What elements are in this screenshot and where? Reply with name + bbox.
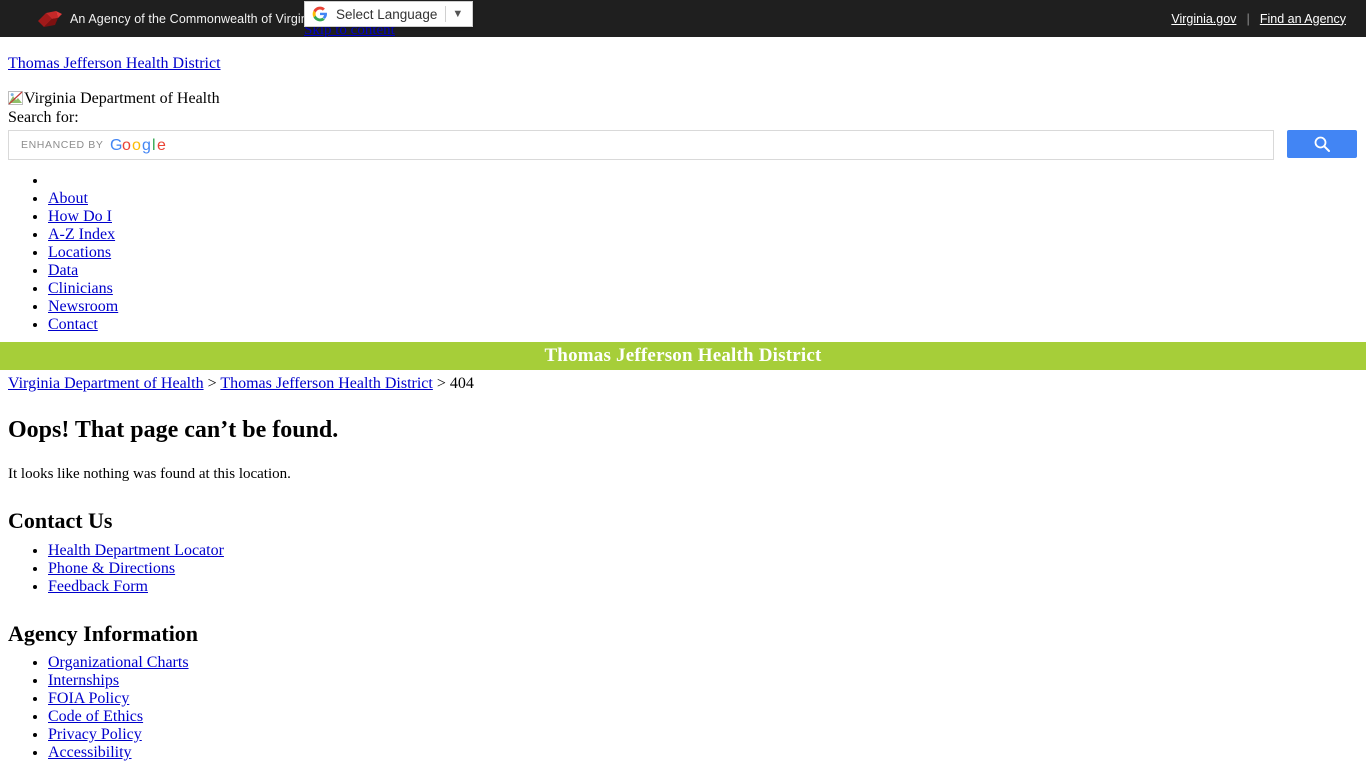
breadcrumb-item-tjhd[interactable]: Thomas Jefferson Health District [220, 375, 433, 392]
nav-item-a-z-index[interactable]: A-Z Index [48, 226, 1366, 244]
breadcrumb: Virginia Department of Health > Thomas J… [0, 370, 1366, 393]
nav-item-clinicians[interactable]: Clinicians [48, 280, 1366, 298]
breadcrumb-item-current: 404 [449, 374, 474, 392]
list-item[interactable]: Accessibility [48, 744, 1366, 762]
search-row: ENHANCED BY G o o g l e [0, 129, 1366, 166]
svg-text:e: e [157, 137, 166, 154]
gov-bar-right-links: Virginia.gov | Find an Agency [1171, 11, 1366, 26]
list-item[interactable]: Phone & Directions [48, 560, 1366, 578]
nav-item-locations[interactable]: Locations [48, 244, 1366, 262]
site-title-row: Thomas Jefferson Health District [0, 37, 1366, 73]
svg-text:G: G [110, 137, 122, 154]
nav-item-newsroom[interactable]: Newsroom [48, 298, 1366, 316]
virginia-seal-icon [36, 9, 64, 29]
search-submit-button[interactable] [1287, 129, 1357, 158]
breadcrumb-separator-2: > [432, 374, 450, 392]
search-icon [1287, 134, 1357, 154]
gov-bar-agency-text: An Agency of the Commonwealth of Virgini… [70, 11, 318, 26]
privacy-policy-link[interactable]: Privacy Policy [48, 726, 142, 743]
list-item[interactable]: Code of Ethics [48, 708, 1366, 726]
find-an-agency-link[interactable]: Find an Agency [1260, 12, 1346, 26]
phone-and-directions-link[interactable]: Phone & Directions [48, 560, 175, 577]
gov-bar-link-separator: | [1246, 11, 1250, 26]
list-item[interactable]: Feedback Form [48, 578, 1366, 596]
list-item[interactable]: Organizational Charts [48, 654, 1366, 672]
virginia-gov-link[interactable]: Virginia.gov [1171, 12, 1236, 26]
google-translate-widget[interactable]: Select Language ▼ [304, 1, 474, 27]
nav-link-about[interactable]: About [48, 190, 88, 207]
chevron-down-icon[interactable]: ▼ [450, 8, 470, 20]
nav-link-newsroom[interactable]: Newsroom [48, 298, 118, 315]
contact-us-heading: Contact Us [8, 508, 113, 534]
commonwealth-top-bar: An Agency of the Commonwealth of Virgini… [0, 0, 1366, 37]
list-item[interactable]: Internships [48, 672, 1366, 690]
nav-link-a-z-index[interactable]: A-Z Index [48, 226, 115, 243]
breadcrumb-item-vdh[interactable]: Virginia Department of Health [8, 375, 204, 392]
gov-bar-left-group: An Agency of the Commonwealth of Virgini… [0, 9, 1171, 29]
nav-item-home[interactable] [48, 172, 1366, 190]
document-body: Thomas Jefferson Health District Virgini… [0, 37, 1366, 762]
brand-logo-row: Virginia Department of Health [0, 73, 1366, 108]
nav-link-contact[interactable]: Contact [48, 316, 98, 333]
nav-link-data[interactable]: Data [48, 262, 78, 279]
svg-text:o: o [132, 137, 141, 154]
search-label: Search for: [8, 108, 79, 126]
page-title: Oops! That page can’t be found. [8, 416, 339, 443]
nav-link-how-do-i[interactable]: How Do I [48, 208, 112, 225]
agency-information-heading: Agency Information [8, 620, 199, 646]
accessibility-link[interactable]: Accessibility [48, 744, 132, 761]
select-language-label: Select Language [336, 6, 438, 22]
nav-item-how-do-i[interactable]: How Do I [48, 208, 1366, 226]
broken-image-icon [8, 91, 23, 105]
health-department-locator-link[interactable]: Health Department Locator [48, 542, 224, 559]
organizational-charts-link[interactable]: Organizational Charts [48, 654, 189, 671]
feedback-form-link[interactable]: Feedback Form [48, 578, 148, 595]
brand-logo-alt-text: Virginia Department of Health [24, 90, 220, 107]
district-banner: Thomas Jefferson Health District [0, 341, 1366, 370]
list-item[interactable]: Health Department Locator [48, 542, 1366, 560]
breadcrumb-separator-1: > [203, 374, 221, 392]
nav-item-contact[interactable]: Contact [48, 316, 1366, 334]
code-of-ethics-link[interactable]: Code of Ethics [48, 708, 143, 725]
list-item[interactable]: Privacy Policy [48, 726, 1366, 744]
translate-divider [445, 6, 447, 22]
foia-policy-link[interactable]: FOIA Policy [48, 690, 129, 707]
svg-text:o: o [122, 137, 131, 154]
list-item[interactable]: FOIA Policy [48, 690, 1366, 708]
nav-link-clinicians[interactable]: Clinicians [48, 280, 113, 297]
not-found-description: It looks like nothing was found at this … [8, 466, 291, 483]
main-navigation-list: About How Do I A-Z Index Locations Data … [0, 172, 1366, 334]
contact-us-list: Health Department Locator Phone & Direct… [0, 542, 1366, 596]
nav-item-about[interactable]: About [48, 190, 1366, 208]
nav-link-locations[interactable]: Locations [48, 244, 111, 261]
svg-text:l: l [152, 137, 156, 154]
enhanced-by-label: ENHANCED BY [21, 138, 104, 151]
agency-information-list: Organizational Charts Internships FOIA P… [0, 654, 1366, 762]
thomas-jefferson-health-district-home-link[interactable]: Thomas Jefferson Health District [8, 55, 221, 72]
google-wordmark-icon: G o o g l e [110, 135, 167, 154]
google-g-icon [312, 6, 328, 22]
nav-item-data[interactable]: Data [48, 262, 1366, 280]
internships-link[interactable]: Internships [48, 672, 119, 689]
search-input[interactable]: ENHANCED BY G o o g l e [8, 129, 1274, 160]
svg-text:g: g [142, 137, 151, 154]
